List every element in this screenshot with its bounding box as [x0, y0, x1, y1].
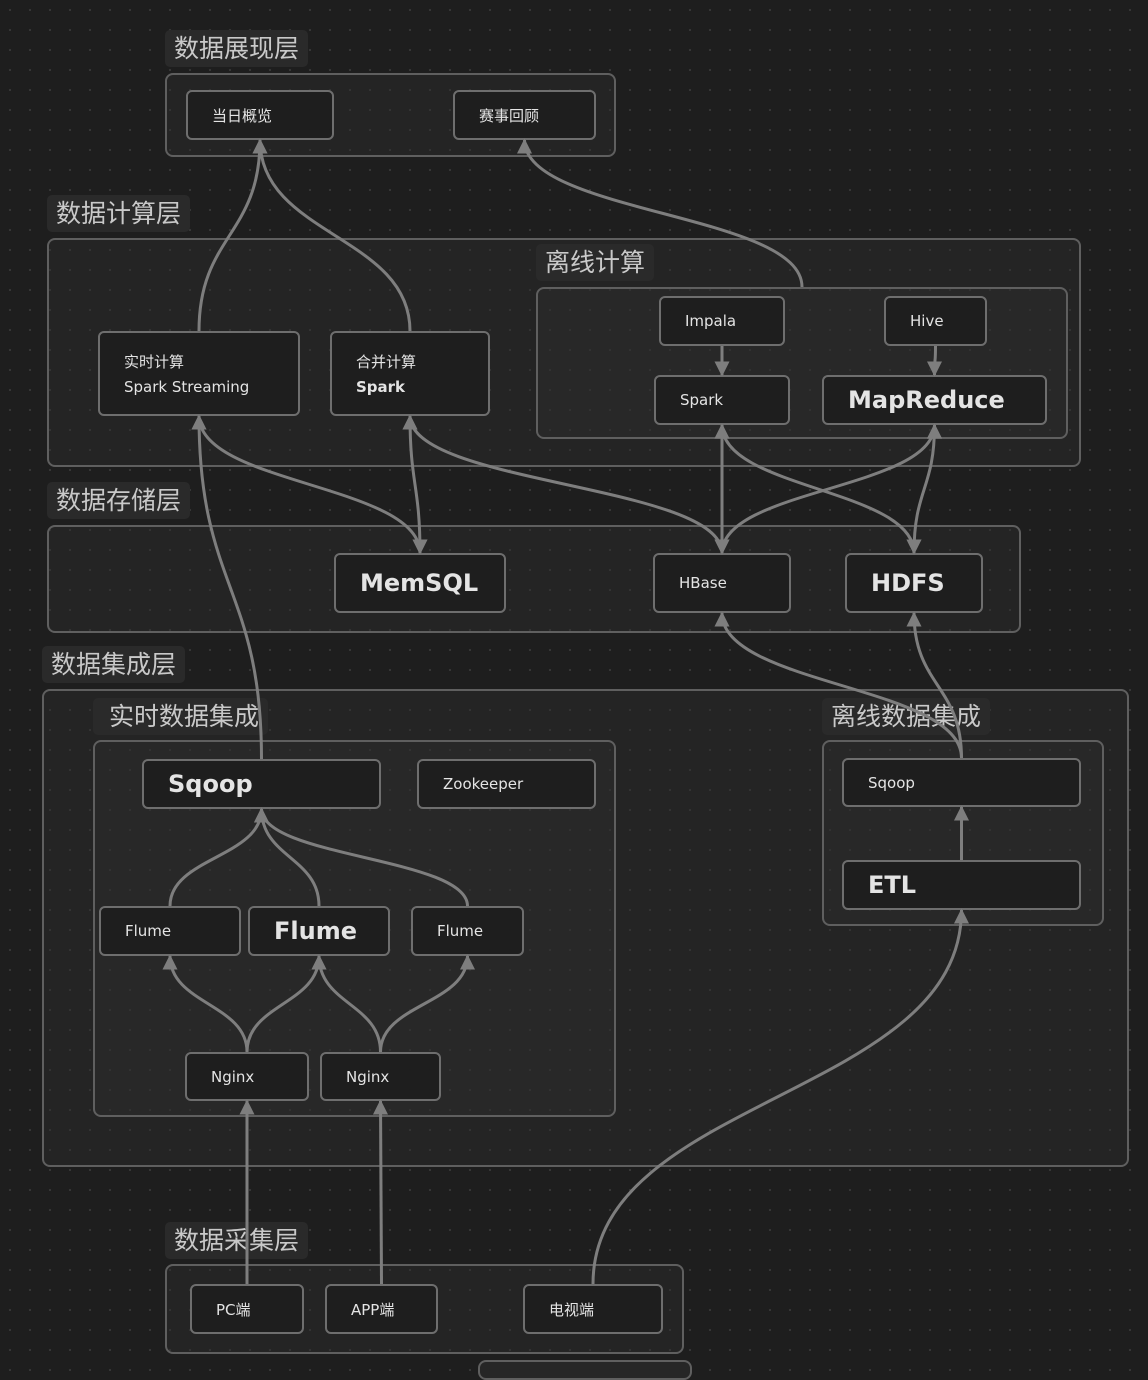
node-hbase[interactable]: HBase	[653, 553, 791, 613]
node-label: 当日概览	[212, 106, 273, 125]
node-label: Sqoop	[168, 770, 253, 798]
node-sqoop-realtime[interactable]: Sqoop	[142, 759, 381, 809]
node-label: Nginx	[211, 1067, 255, 1086]
node-daily-overview[interactable]: 当日概览	[186, 90, 334, 140]
node-label: 赛事回顾	[479, 106, 540, 125]
node-merge-compute[interactable]: 合并计算 Spark	[330, 331, 490, 416]
node-title: 实时计算	[124, 353, 185, 371]
group-label-storage: 数据存储层	[47, 482, 191, 519]
group-label-realtime-integration: 实时数据集成	[93, 698, 269, 735]
node-zookeeper[interactable]: Zookeeper	[417, 759, 596, 809]
node-mapreduce[interactable]: MapReduce	[822, 375, 1047, 425]
group-label-collection: 数据采集层	[165, 1222, 309, 1259]
group-label-integration: 数据集成层	[42, 646, 186, 683]
node-label: ETL	[868, 871, 917, 899]
group-label-offline-compute: 离线计算	[536, 244, 655, 281]
node-label: Sqoop	[868, 773, 915, 792]
node-label: Zookeeper	[443, 775, 524, 793]
node-pc-client[interactable]: PC端	[190, 1284, 304, 1334]
node-nginx-1[interactable]: Nginx	[185, 1052, 309, 1101]
node-label: Hive	[910, 312, 944, 330]
node-flume-1[interactable]: Flume	[99, 906, 241, 956]
node-label: Flume	[437, 922, 484, 940]
node-flume-2[interactable]: Flume	[248, 906, 390, 956]
node-match-review[interactable]: 赛事回顾	[453, 90, 596, 140]
node-label: Flume	[125, 922, 172, 940]
node-label: Nginx	[346, 1067, 390, 1086]
node-label: MemSQL	[360, 569, 479, 597]
node-label: Impala	[685, 312, 737, 330]
node-label: 电视端	[549, 1300, 595, 1319]
node-spark[interactable]: Spark	[654, 375, 790, 425]
node-memsql[interactable]: MemSQL	[334, 553, 506, 613]
node-label: Flume	[274, 917, 357, 945]
group-label-compute: 数据计算层	[47, 195, 191, 232]
node-subtitle: Spark	[356, 378, 406, 396]
partial-offscreen-node	[478, 1360, 692, 1380]
group-label-presentation: 数据展现层	[165, 30, 309, 67]
node-nginx-2[interactable]: Nginx	[320, 1052, 441, 1101]
node-hive[interactable]: Hive	[884, 296, 987, 346]
node-label: HBase	[679, 574, 727, 592]
node-realtime-compute[interactable]: 实时计算 Spark Streaming	[98, 331, 300, 416]
node-hdfs[interactable]: HDFS	[845, 553, 983, 613]
node-impala[interactable]: Impala	[659, 296, 785, 346]
node-label: PC端	[216, 1300, 251, 1319]
node-tv-client[interactable]: 电视端	[523, 1284, 663, 1334]
node-subtitle: Spark Streaming	[124, 378, 250, 396]
node-label: HDFS	[871, 569, 945, 597]
group-label-offline-integration: 离线数据集成	[822, 698, 991, 735]
node-flume-3[interactable]: Flume	[411, 906, 524, 956]
node-label: MapReduce	[848, 386, 1005, 414]
node-label: Spark	[680, 391, 724, 409]
node-app-client[interactable]: APP端	[325, 1284, 438, 1334]
node-sqoop-offline[interactable]: Sqoop	[842, 758, 1081, 807]
node-label: APP端	[351, 1300, 395, 1319]
node-title: 合并计算	[356, 353, 417, 371]
node-etl[interactable]: ETL	[842, 860, 1081, 910]
